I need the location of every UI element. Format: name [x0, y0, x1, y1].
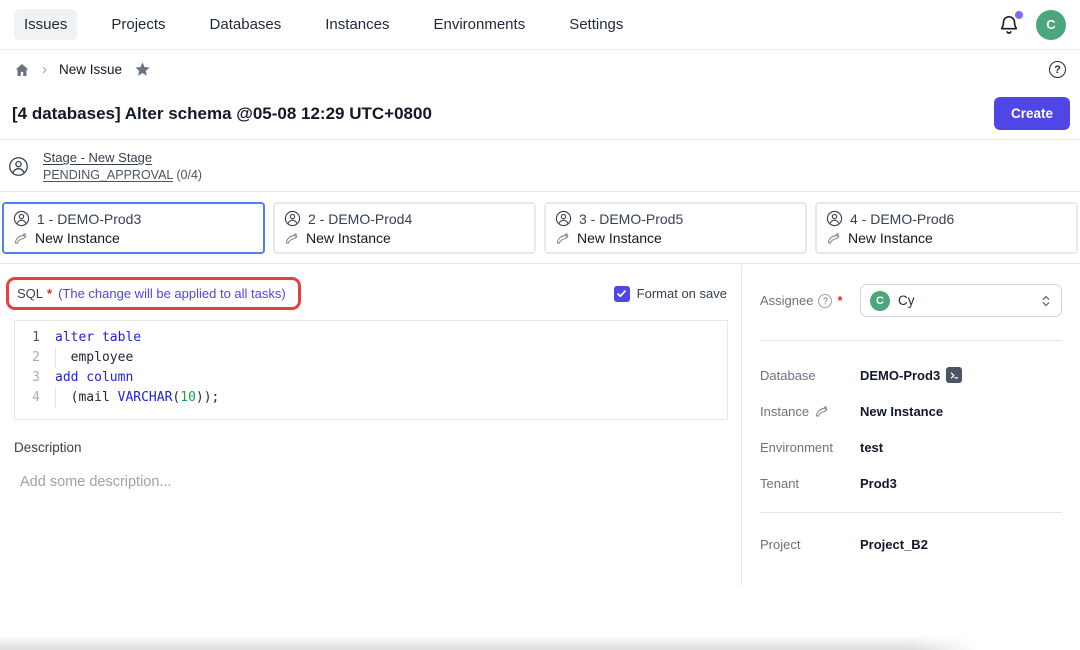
format-on-save-checkbox[interactable] [614, 286, 630, 302]
task-card-1[interactable]: 1 - DEMO-Prod3 New Instance [2, 202, 265, 254]
assignee-avatar: C [870, 291, 890, 311]
field-label: Tenant [760, 476, 860, 491]
format-on-save-toggle[interactable]: Format on save [614, 286, 727, 302]
stage-status-line: PENDING_APPROVAL (0/4) [43, 168, 202, 182]
field-row-tenant: Tenant Prod3 [760, 476, 1062, 491]
favorite-star-icon[interactable] [134, 61, 151, 78]
top-nav: Issues Projects Databases Instances Envi… [0, 0, 1080, 50]
task-card-4[interactable]: 4 - DEMO-Prod6 New Instance [815, 202, 1078, 254]
check-icon [616, 288, 627, 299]
engine-icon [826, 231, 841, 246]
issue-sidebar: Assignee * C Cy Database DEMO-Prod3 In [742, 265, 1080, 585]
sidebar-divider [760, 340, 1062, 341]
editor-line: 2 employee [15, 348, 727, 368]
main-content: SQL * (The change will be applied to all … [0, 265, 1080, 585]
notifications-button[interactable] [998, 14, 1020, 36]
field-value: New Instance [860, 404, 943, 419]
user-circle-icon [13, 210, 30, 227]
task-card-2[interactable]: 2 - DEMO-Prod4 New Instance [273, 202, 536, 254]
editor-line: 1 alter table [15, 328, 727, 348]
nav-item-environments[interactable]: Environments [423, 9, 535, 40]
task-label: 3 - DEMO-Prod5 [579, 211, 683, 227]
editor-line: 4 (mail VARCHAR(10)); [15, 388, 727, 408]
editor-line: 3 add column [15, 368, 727, 388]
user-circle-icon [826, 210, 843, 227]
field-label: Database [760, 368, 860, 383]
assignee-select[interactable]: C Cy [860, 284, 1062, 317]
line-number: 4 [15, 388, 55, 408]
assignee-help-icon[interactable] [818, 294, 832, 308]
issue-title: [4 databases] Alter schema @05-08 12:29 … [12, 104, 432, 124]
field-row-instance: Instance New Instance [760, 404, 1062, 419]
nav-item-projects[interactable]: Projects [101, 9, 175, 40]
user-circle-icon [284, 210, 301, 227]
main-nav: Issues Projects Databases Instances Envi… [14, 9, 633, 40]
task-instance: New Instance [35, 230, 120, 246]
stage-status-link[interactable]: PENDING_APPROVAL [43, 168, 173, 182]
issue-header: [4 databases] Alter schema @05-08 12:29 … [0, 88, 1080, 140]
field-row-project: Project Project_B2 [760, 537, 1062, 552]
sql-note: (The change will be applied to all tasks… [58, 286, 286, 301]
nav-item-issues[interactable]: Issues [14, 9, 77, 40]
bottom-panel-shadow [0, 635, 988, 650]
task-label: 2 - DEMO-Prod4 [308, 211, 412, 227]
user-avatar[interactable]: C [1036, 10, 1066, 40]
nav-item-settings[interactable]: Settings [559, 9, 633, 40]
task-instance: New Instance [577, 230, 662, 246]
stage-text: Stage - New Stage PENDING_APPROVAL (0/4) [43, 150, 202, 182]
field-label: Project [760, 537, 860, 552]
line-number: 1 [15, 328, 55, 348]
task-label: 1 - DEMO-Prod3 [37, 211, 141, 227]
line-number: 3 [15, 368, 55, 388]
breadcrumb-separator: › [42, 61, 47, 78]
field-value: Prod3 [860, 476, 897, 491]
field-row-database: Database DEMO-Prod3 [760, 367, 1062, 383]
stage-name-link[interactable]: Stage - New Stage [43, 150, 202, 165]
engine-icon [814, 404, 829, 419]
field-label: Instance [760, 404, 860, 419]
task-instance: New Instance [306, 230, 391, 246]
task-card-3[interactable]: 3 - DEMO-Prod5 New Instance [544, 202, 807, 254]
sql-label: SQL [17, 286, 43, 301]
field-label: Environment [760, 440, 860, 455]
task-cards: 1 - DEMO-Prod3 New Instance 2 - DEMO-Pro… [0, 193, 1080, 264]
sql-required-mark: * [47, 286, 52, 301]
notification-dot [1015, 11, 1023, 19]
field-row-environment: Environment test [760, 440, 1062, 455]
task-instance: New Instance [848, 230, 933, 246]
sql-editor[interactable]: 1 alter table 2 employee 3 add column 4 … [14, 320, 728, 420]
nav-right: C [998, 10, 1066, 40]
description-label: Description [14, 440, 727, 455]
stage-progress: (0/4) [173, 168, 202, 182]
engine-icon [284, 231, 299, 246]
engine-icon [13, 231, 28, 246]
assignee-label: Assignee * [760, 293, 860, 308]
user-circle-icon [8, 156, 29, 177]
stage-section: Stage - New Stage PENDING_APPROVAL (0/4) [0, 141, 1080, 192]
help-icon[interactable] [1049, 61, 1066, 78]
sql-panel: SQL * (The change will be applied to all … [0, 265, 742, 585]
chevron-updown-icon [1040, 294, 1052, 308]
create-button[interactable]: Create [994, 97, 1070, 130]
home-icon[interactable] [14, 62, 30, 78]
field-value: DEMO-Prod3 [860, 368, 940, 383]
line-number: 2 [15, 348, 55, 368]
breadcrumb: › New Issue [0, 51, 1080, 88]
field-value: Project_B2 [860, 537, 928, 552]
engine-icon [555, 231, 570, 246]
description-input[interactable]: Add some description... [20, 474, 727, 490]
user-circle-icon [555, 210, 572, 227]
nav-item-databases[interactable]: Databases [200, 9, 292, 40]
field-value: test [860, 440, 883, 455]
breadcrumb-page: New Issue [59, 62, 122, 77]
sidebar-divider [760, 512, 1062, 513]
nav-item-instances[interactable]: Instances [315, 9, 399, 40]
assignee-required-mark: * [837, 293, 842, 308]
format-on-save-label: Format on save [637, 286, 727, 301]
annotation-highlight-box: SQL * (The change will be applied to all … [6, 277, 301, 310]
sql-console-icon[interactable] [946, 367, 962, 383]
task-label: 4 - DEMO-Prod6 [850, 211, 954, 227]
assignee-value: Cy [898, 293, 915, 308]
